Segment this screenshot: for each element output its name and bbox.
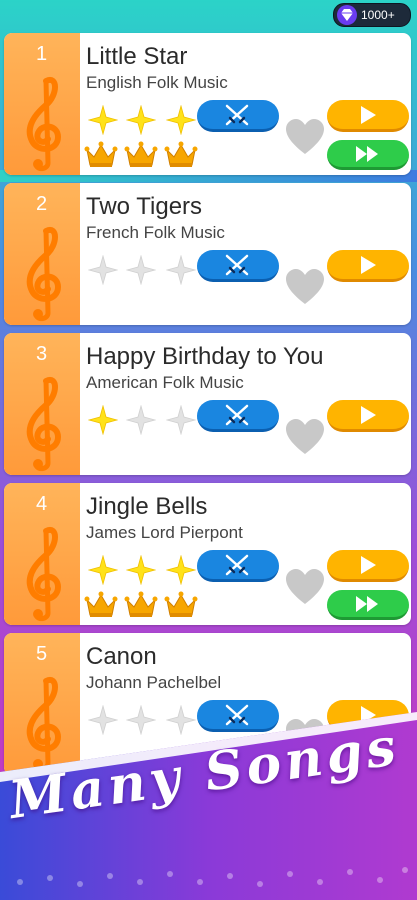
crown-rating xyxy=(82,141,202,173)
heart-favorite-icon[interactable] xyxy=(284,118,326,156)
battle-button[interactable] xyxy=(197,550,279,582)
star-rating xyxy=(84,404,199,439)
play-button[interactable] xyxy=(327,550,409,582)
crown-icon xyxy=(84,141,118,169)
song-title: Little Star xyxy=(86,43,188,70)
battle-button[interactable] xyxy=(197,250,279,282)
song-number-panel: 3 xyxy=(4,333,80,475)
treble-clef-icon xyxy=(26,377,62,472)
song-number-panel: 2 xyxy=(4,183,80,325)
fast-forward-button[interactable] xyxy=(327,590,409,620)
crossed-swords-icon xyxy=(225,104,249,126)
play-button[interactable] xyxy=(327,250,409,282)
crown-rating xyxy=(82,591,202,623)
star-filled-icon xyxy=(87,554,119,586)
song-title: Two Tigers xyxy=(86,193,203,220)
crown-icon xyxy=(84,591,118,619)
star-empty-icon xyxy=(125,404,157,436)
song-artist: French Folk Music xyxy=(86,223,225,242)
song-card[interactable]: 2 Two Tigers French Folk Music xyxy=(4,183,411,325)
crossed-swords-icon xyxy=(225,554,249,576)
star-rating xyxy=(84,104,199,139)
star-filled-icon xyxy=(125,104,157,136)
star-filled-icon xyxy=(165,104,197,136)
crown-icon xyxy=(164,591,198,619)
battle-button[interactable] xyxy=(197,400,279,432)
gem-count: 1000+ xyxy=(361,8,395,22)
treble-clef-icon xyxy=(26,77,62,172)
star-empty-icon xyxy=(87,254,119,286)
play-icon xyxy=(361,106,376,124)
crossed-swords-icon xyxy=(225,404,249,426)
play-button[interactable] xyxy=(327,100,409,132)
crown-icon xyxy=(124,591,158,619)
song-number: 4 xyxy=(36,493,48,515)
star-filled-icon xyxy=(87,104,119,136)
star-filled-icon xyxy=(87,404,119,436)
heart-favorite-icon[interactable] xyxy=(284,568,326,606)
heart-favorite-icon[interactable] xyxy=(284,268,326,306)
battle-button[interactable] xyxy=(197,100,279,132)
song-artist: English Folk Music xyxy=(86,73,228,92)
star-rating xyxy=(84,554,199,589)
play-icon xyxy=(361,256,376,274)
play-icon xyxy=(361,406,376,424)
song-artist: American Folk Music xyxy=(86,373,244,392)
song-number-panel: 1 xyxy=(4,33,80,175)
fast-forward-icon xyxy=(356,596,378,612)
song-card[interactable]: 1 Little Star English Folk Music xyxy=(4,33,411,175)
song-card[interactable]: 4 Jingle Bells James Lord Pierpont xyxy=(4,483,411,625)
crossed-swords-icon xyxy=(225,254,249,276)
star-rating xyxy=(84,254,199,289)
song-title: Happy Birthday to You xyxy=(86,343,324,370)
star-empty-icon xyxy=(165,404,197,436)
star-filled-icon xyxy=(125,554,157,586)
decorative-dots xyxy=(17,867,408,887)
play-icon xyxy=(361,556,376,574)
song-card[interactable]: 3 Happy Birthday to You American Folk Musi… xyxy=(4,333,411,475)
song-number: 5 xyxy=(36,643,48,665)
song-number: 3 xyxy=(36,343,48,365)
star-empty-icon xyxy=(125,254,157,286)
play-button[interactable] xyxy=(327,400,409,432)
song-artist: Johann Pachelbel xyxy=(86,673,222,692)
fast-forward-button[interactable] xyxy=(327,140,409,170)
gem-counter[interactable]: 1000+ xyxy=(333,3,411,27)
song-number: 1 xyxy=(36,43,48,65)
crown-icon xyxy=(124,141,158,169)
star-filled-icon xyxy=(165,554,197,586)
treble-clef-icon xyxy=(26,227,62,322)
diamond-icon xyxy=(337,5,357,25)
top-bar: 1000+ xyxy=(0,0,417,30)
song-title: Jingle Bells xyxy=(86,493,208,520)
song-number-panel: 4 xyxy=(4,483,80,625)
fast-forward-icon xyxy=(356,146,378,162)
star-empty-icon xyxy=(165,254,197,286)
song-title: Canon xyxy=(86,643,157,670)
treble-clef-icon xyxy=(26,527,62,622)
song-artist: James Lord Pierpont xyxy=(86,523,243,542)
crown-icon xyxy=(164,141,198,169)
heart-favorite-icon[interactable] xyxy=(284,418,326,456)
song-number: 2 xyxy=(36,193,48,215)
